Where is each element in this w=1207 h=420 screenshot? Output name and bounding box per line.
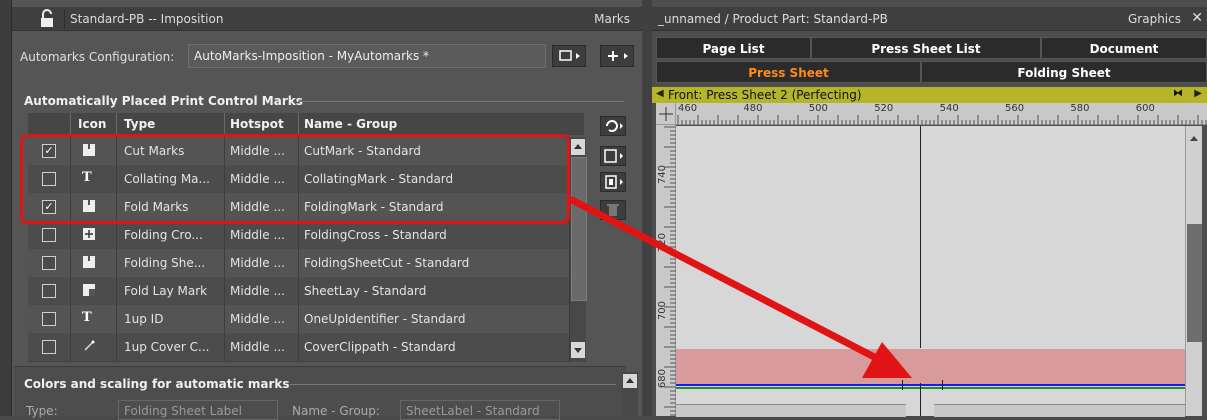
annotation-arrow	[568, 196, 912, 378]
